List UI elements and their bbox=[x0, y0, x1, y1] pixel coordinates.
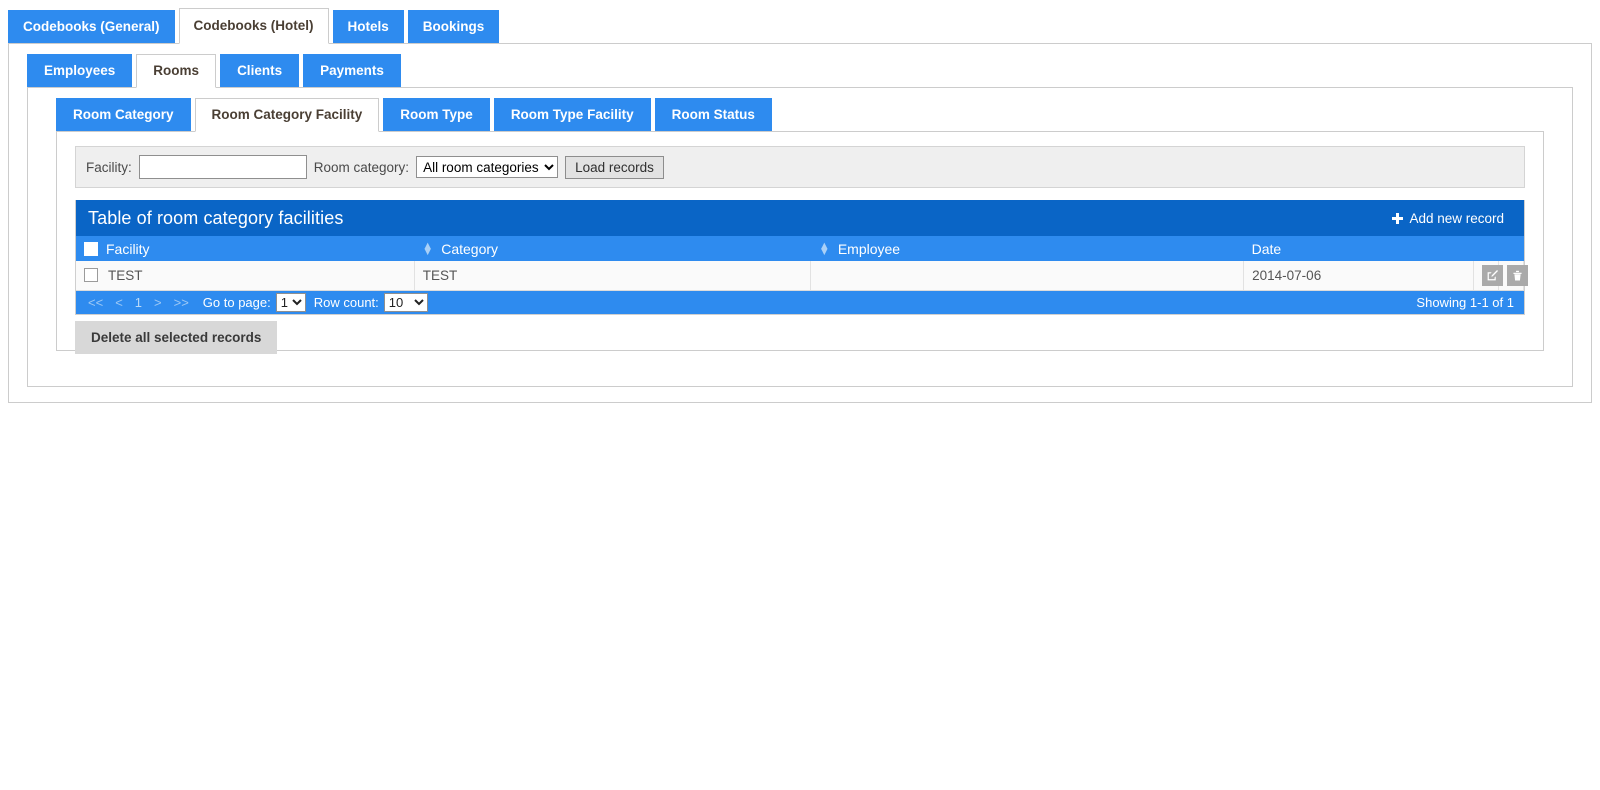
facility-input[interactable] bbox=[138, 155, 307, 179]
tab-codebooks-general[interactable]: Codebooks (General) bbox=[8, 10, 175, 43]
load-records-button[interactable]: Load records bbox=[565, 155, 664, 179]
cell-edit-action[interactable] bbox=[1473, 261, 1503, 291]
pagination-bar: << < 1 > >> Go to page: 1 Row count: 102… bbox=[76, 290, 1524, 314]
row-count-label: Row count: bbox=[313, 294, 379, 310]
tertiary-tab-panel: Facility: Room category: All room catego… bbox=[56, 131, 1544, 354]
add-new-record-button[interactable]: Add new record bbox=[1382, 207, 1518, 230]
tab-room-type-facility[interactable]: Room Type Facility bbox=[493, 98, 651, 131]
column-header-delete bbox=[1498, 236, 1524, 261]
page-prev-button[interactable]: < bbox=[109, 295, 129, 310]
tab-codebooks-hotel[interactable]: Codebooks (Hotel) bbox=[178, 8, 329, 44]
primary-tab-strip: Codebooks (General) Codebooks (Hotel) Hote… bbox=[0, 0, 1600, 44]
page-next-button[interactable]: > bbox=[148, 295, 168, 310]
column-label-date: Date bbox=[1251, 240, 1282, 257]
delete-icon[interactable] bbox=[1506, 264, 1528, 286]
add-new-record-label: Add new record bbox=[1409, 210, 1504, 226]
column-label-category: Category bbox=[441, 240, 499, 257]
select-all-checkbox[interactable] bbox=[84, 241, 98, 256]
cell-facility: TEST bbox=[76, 261, 415, 291]
row-select-checkbox[interactable] bbox=[84, 268, 98, 283]
showing-range-label: Showing 1-1 of 1 bbox=[1416, 294, 1514, 310]
cell-value-facility: TEST bbox=[108, 267, 143, 283]
edit-icon[interactable] bbox=[1481, 264, 1503, 286]
filter-bar: Facility: Room category: All room catego… bbox=[75, 146, 1525, 188]
tab-payments[interactable]: Payments bbox=[303, 54, 401, 87]
tab-rooms[interactable]: Rooms bbox=[136, 54, 217, 88]
column-header-date[interactable]: Date bbox=[1243, 236, 1474, 261]
tab-clients[interactable]: Clients bbox=[220, 54, 300, 87]
column-label-employee: Employee bbox=[837, 240, 901, 257]
tab-employees[interactable]: Employees bbox=[27, 54, 133, 87]
column-header-edit bbox=[1473, 236, 1499, 261]
column-header-facility[interactable]: Facility bbox=[76, 236, 415, 261]
tab-room-category[interactable]: Room Category bbox=[56, 98, 191, 131]
plus-icon bbox=[1392, 212, 1404, 224]
sort-arrows-employee[interactable]: ▲ ▼ bbox=[819, 240, 830, 257]
tab-room-category-facility[interactable]: Room Category Facility bbox=[194, 98, 380, 132]
records-grid: Table of room category facilities Add ne… bbox=[75, 200, 1528, 315]
table-row: TEST TEST 2014-07-06 bbox=[76, 261, 1528, 291]
room-category-label: Room category: bbox=[313, 159, 410, 175]
delete-all-selected-button[interactable]: Delete all selected records bbox=[75, 320, 278, 354]
secondary-tab-strip: Employees Rooms Clients Payments bbox=[9, 54, 1591, 88]
data-table: Facility ▲ ▼ Category ▲ ▼ Employee Date … bbox=[76, 236, 1528, 291]
sort-arrows-category[interactable]: ▲ ▼ bbox=[422, 240, 433, 257]
page-first-button[interactable]: << bbox=[82, 295, 109, 310]
page-last-button[interactable]: >> bbox=[168, 295, 195, 310]
tab-bookings[interactable]: Bookings bbox=[407, 10, 500, 43]
column-label-facility: Facility bbox=[106, 240, 150, 257]
column-header-category[interactable]: ▲ ▼ Category bbox=[414, 236, 811, 261]
header-row: Facility ▲ ▼ Category ▲ ▼ Employee Date bbox=[76, 236, 1524, 261]
grid-title: Table of room category facilities bbox=[88, 207, 344, 228]
room-category-select[interactable]: All room categories bbox=[416, 156, 559, 178]
page-number-1[interactable]: 1 bbox=[129, 295, 148, 310]
tab-room-type[interactable]: Room Type bbox=[383, 98, 490, 131]
table-header: Facility ▲ ▼ Category ▲ ▼ Employee Date bbox=[76, 236, 1524, 261]
tab-room-status[interactable]: Room Status bbox=[654, 98, 772, 131]
secondary-tab-panel: Room Category Room Category Facility Room … bbox=[27, 87, 1573, 387]
facility-label: Facility: bbox=[86, 159, 132, 175]
table-body: TEST TEST 2014-07-06 bbox=[76, 261, 1528, 291]
column-header-employee[interactable]: ▲ ▼ Employee bbox=[810, 236, 1244, 261]
grid-title-bar: Table of room category facilities Add ne… bbox=[76, 200, 1524, 236]
cell-category: TEST bbox=[414, 261, 812, 291]
cell-date: 2014-07-06 bbox=[1243, 261, 1474, 291]
cell-employee bbox=[810, 261, 1245, 291]
primary-tab-panel: Employees Rooms Clients Payments Room Categ… bbox=[8, 43, 1592, 403]
goto-page-label: Go to page: bbox=[202, 294, 271, 310]
goto-page-select[interactable]: 1 bbox=[275, 292, 306, 312]
tertiary-tab-strip: Room Category Room Category Facility Room … bbox=[28, 98, 1572, 132]
row-count-select[interactable]: 102550100 bbox=[383, 292, 428, 312]
tab-hotels[interactable]: Hotels bbox=[332, 10, 404, 43]
